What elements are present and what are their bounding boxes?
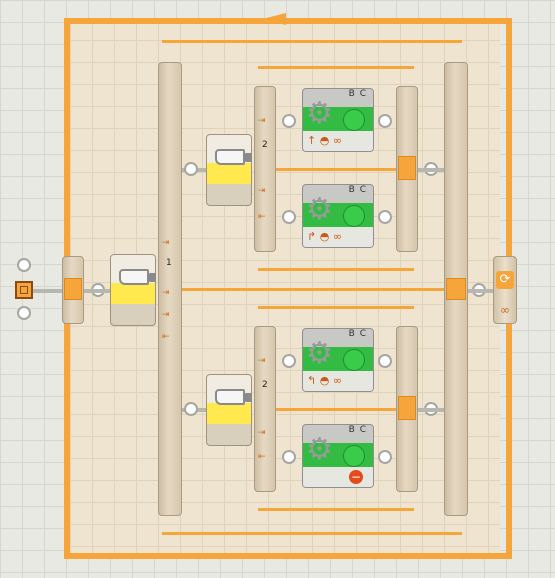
gear-icon: ⚙ [306,192,333,227]
lower-switch-left-beam[interactable] [254,326,276,492]
speedometer-icon: ◓ [319,230,330,243]
loop-top-wire [64,18,512,24]
touch-sensor-icon [119,269,156,285]
motor-settings: ↱ ◓ ∞ [303,227,373,247]
top-switch-frame-bottom [162,532,462,535]
upper-switch-frame-bottom [258,268,414,271]
lower-switch-frame-bottom [258,508,414,511]
lower-switch-case-count: 2 [262,380,268,390]
loop-count: ∞ [500,303,510,317]
gear-icon: ⚙ [306,336,333,371]
move-block-1[interactable]: B C ⚙ ↑ ◓ ∞ [302,88,374,152]
connector-ring [282,210,296,224]
infinity-icon: ∞ [332,134,342,147]
upper-switch-mid-wire [276,168,396,171]
connector-ring [378,114,392,128]
motor-settings: ↰ ◓ ∞ [303,371,373,391]
power-indicator [343,205,365,227]
touch-sensor-icon [215,149,252,165]
infinity-icon: ∞ [332,230,342,243]
connector-ring [184,162,198,176]
top-switch-frame-top [162,40,462,43]
arrow-up-icon: ↑ [307,134,317,147]
program-canvas[interactable]: 1 ⇥ ⇥ ⇥ ⇤ ⟳ ∞ 2 ⇥ ⇥ ⇤ B C ⚙ ↑ ◓ ∞ B C ⚙ … [0,0,555,578]
top-switch-block[interactable] [110,254,156,326]
upper-switch-frame-top [258,66,414,69]
move-block-2[interactable]: B C ⚙ ↱ ◓ ∞ [302,184,374,248]
lower-switch-frame-top [258,306,414,309]
gear-icon: ⚙ [306,432,333,467]
plug-icon: ⇥ [162,310,170,320]
motor-ports: B C [348,89,367,99]
top-switch-right-highlight [446,278,466,300]
plug-icon: ⇥ [258,186,266,196]
wire [418,408,444,412]
motor-settings: − [303,467,373,487]
wire [84,289,110,293]
touch-sensor-icon [215,389,252,405]
motor-ports: B C [348,329,367,339]
lower-switch-right-highlight [398,396,416,420]
top-switch-main-wire [182,288,444,291]
move-block-3[interactable]: B C ⚙ ↰ ◓ ∞ [302,328,374,392]
plug-icon: ⇥ [162,288,170,298]
wire [418,168,444,172]
loop-bottom-wire [64,553,512,559]
gear-icon: ⚙ [306,96,333,131]
lower-switch-block[interactable] [206,374,252,446]
start-icon[interactable] [15,281,33,299]
connector-ring [282,114,296,128]
stop-icon: − [349,470,363,484]
power-indicator [343,445,365,467]
plug-icon: ⇤ [162,332,170,342]
connector-ring [378,354,392,368]
speedometer-icon: ◓ [319,134,330,147]
infinity-icon: ∞ [332,374,342,387]
motor-ports: B C [348,425,367,435]
turn-left-icon: ↰ [307,374,317,387]
loop-left-beam-highlight [64,278,82,300]
plug-icon: ⇤ [258,212,266,222]
start-wire [33,289,63,293]
speedometer-icon: ◓ [319,374,330,387]
power-indicator [343,109,365,131]
connector-ring [184,402,198,416]
connector-ring [282,450,296,464]
loop-end-block[interactable]: ⟳ ∞ [493,256,517,324]
turn-right-icon: ↱ [307,230,317,243]
loop-arrows-icon: ⟳ [496,271,514,289]
connector-ring [282,354,296,368]
connector-ring [378,210,392,224]
top-switch-case-count: 1 [166,258,172,268]
lower-switch-mid-wire [276,408,396,411]
upper-switch-case-count: 2 [262,140,268,150]
upper-switch-right-highlight [398,156,416,180]
power-indicator [343,349,365,371]
wire [468,289,493,293]
plug-icon: ⇥ [258,428,266,438]
upper-switch-left-beam[interactable] [254,86,276,252]
start-ring-top [17,258,31,272]
move-block-4[interactable]: B C ⚙ − [302,424,374,488]
connector-ring [378,450,392,464]
start-ring-bottom [17,306,31,320]
motor-settings: ↑ ◓ ∞ [303,131,373,151]
motor-ports: B C [348,185,367,195]
plug-icon: ⇥ [258,356,266,366]
plug-icon: ⇤ [258,452,266,462]
plug-icon: ⇥ [258,116,266,126]
upper-switch-block[interactable] [206,134,252,206]
plug-icon: ⇥ [162,238,170,248]
loop-direction-arrow-icon [262,13,286,25]
